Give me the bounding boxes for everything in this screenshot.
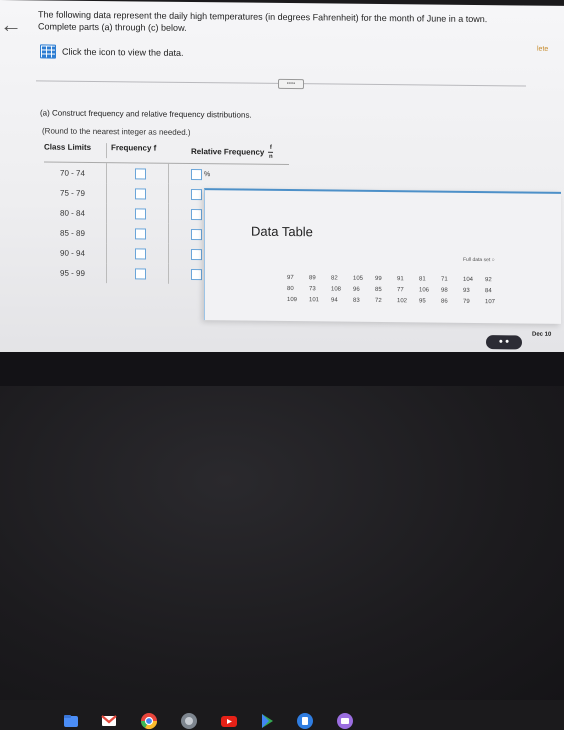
frequency-cell [106,223,168,244]
view-data-label: Click the icon to view the data. [62,46,184,58]
relative-frequency-cell [168,223,202,245]
data-value: 99 [375,275,382,282]
data-value: 108 [331,286,342,293]
data-table-icon[interactable] [40,44,56,59]
keyboard-area [0,386,564,700]
data-value: 72 [375,297,382,304]
frequency-input[interactable] [135,207,146,220]
play-store-icon[interactable] [258,712,276,730]
data-value: 94 [331,297,338,304]
data-value: 109 [287,297,298,304]
round-note: (Round to the nearest integer as needed.… [42,126,191,137]
data-value: 104 [463,276,474,283]
data-value: 77 [397,287,404,294]
data-grid: 97 89 82 105 99 91 81 71 104 92 80 73 108 96 85 77 106 98… [287,275,507,310]
docs-icon[interactable] [296,712,314,730]
system-date: Dec 10 [532,331,552,338]
data-value: 73 [309,286,316,293]
table-header: Class Limits Frequency f Relative Freque… [44,142,289,166]
data-value: 107 [485,299,496,306]
gmail-icon[interactable] [100,712,118,730]
header-relative-frequency-label: Relative Frequency [191,147,265,157]
data-value: 85 [375,286,382,293]
data-value: 105 [353,275,364,282]
header-relative-frequency: Relative Frequency f n [173,144,274,160]
class-limit-cell: 90 - 94 [60,248,85,258]
full-data-set-label: Full data set [463,256,491,264]
frequency-cell [106,183,168,204]
data-value: 95 [419,298,426,305]
youtube-icon[interactable] [220,712,238,730]
frequency-input[interactable] [135,247,146,260]
fraction-f-over-n: f n [268,144,274,160]
question-text: The following data represent the daily h… [38,9,488,33]
class-limit-cell: 85 - 89 [60,228,85,238]
classroom-icon[interactable] [336,712,354,730]
relative-frequency-input[interactable] [191,168,202,180]
class-limit-cell: 95 - 99 [60,268,85,278]
data-value: 91 [397,276,404,283]
relative-frequency-input[interactable] [191,248,202,260]
header-class-limits: Class Limits [44,142,92,152]
files-app-icon[interactable] [62,712,80,730]
frequency-cell [106,203,168,224]
relative-frequency-input[interactable] [191,228,202,240]
data-value: 83 [353,297,360,304]
relative-frequency-cell: % [168,163,211,185]
class-limit-cell: 70 - 74 [60,168,85,178]
data-value: 80 [287,286,294,293]
data-row: 109 101 94 83 72 102 95 86 79 107 [287,297,507,310]
data-table-popup: Data Table Full data set ○ 97 89 82 105 99 91… [204,188,561,324]
data-value: 92 [485,277,492,284]
data-value: 97 [287,275,294,282]
shelf [0,352,564,730]
percent-sign: % [204,170,211,178]
frequency-cell [106,243,168,264]
relative-frequency-input[interactable] [191,208,202,220]
data-value: 79 [463,298,470,305]
fraction-denominator: n [269,153,273,160]
frequency-input[interactable] [135,167,146,180]
back-arrow-icon[interactable]: ← [0,12,22,38]
relative-frequency-cell [168,203,202,225]
class-limit-cell: 75 - 79 [60,188,85,198]
data-value: 84 [485,288,492,295]
header-frequency: Frequency f [106,143,173,159]
data-value: 101 [309,297,320,304]
copy-icon[interactable]: ○ [492,257,495,263]
frequency-cell [106,163,168,184]
data-value: 89 [309,275,316,282]
right-panel-text: lete [537,45,549,53]
relative-frequency-input[interactable] [191,268,202,280]
camera-app-icon[interactable] [180,712,198,730]
relative-frequency-cell [168,243,202,265]
data-value: 71 [441,276,448,283]
data-value: 96 [353,286,360,293]
data-value: 98 [441,287,448,294]
class-limit-cell: 80 - 84 [60,208,85,218]
toggle-button[interactable]: ● ● [486,335,522,350]
view-data-link[interactable]: Click the icon to view the data. [40,44,184,60]
data-value: 86 [441,298,448,305]
fraction-numerator: f [269,144,272,151]
frequency-input[interactable] [135,227,146,240]
chrome-icon[interactable] [140,712,158,730]
data-value: 81 [419,276,426,283]
data-table-title: Data Table [251,223,313,240]
frequency-input[interactable] [135,187,146,200]
frequency-input[interactable] [135,267,146,280]
full-data-set-link[interactable]: Full data set ○ [463,257,495,263]
relative-frequency-cell [168,263,202,285]
data-value: 102 [397,298,408,305]
data-value: 106 [419,287,430,294]
part-a-heading: (a) Construct frequency and relative fre… [40,108,252,120]
expand-button[interactable]: •••• [278,78,304,90]
data-value: 93 [463,287,470,294]
frequency-cell [106,263,168,284]
data-value: 82 [331,275,338,282]
table-row: 70 - 74% [44,162,289,185]
relative-frequency-input[interactable] [191,188,202,200]
browser-content: ← The following data represent the daily… [0,0,564,366]
